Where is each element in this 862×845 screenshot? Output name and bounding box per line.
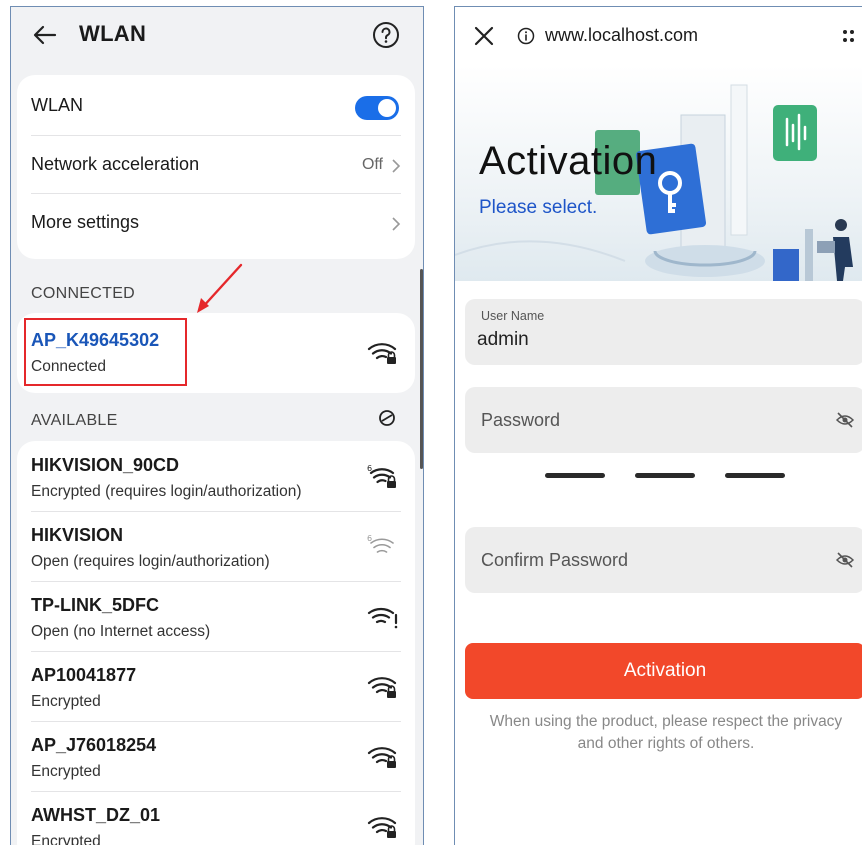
more-settings-row[interactable]: More settings [31, 193, 401, 251]
available-networks-card: HIKVISION_90CD Encrypted (requires login… [17, 441, 415, 845]
red-annotation-arrow-icon [197, 263, 243, 313]
password-placeholder[interactable]: Password [481, 410, 560, 431]
info-icon[interactable] [517, 27, 535, 45]
wifi-locked-icon [367, 343, 397, 364]
eye-hidden-icon[interactable] [835, 550, 855, 570]
network-name: HIKVISION [31, 525, 124, 545]
network-status: Encrypted (requires login/authorization) [31, 483, 302, 500]
privacy-notice: When using the product, please respect t… [461, 711, 862, 755]
more-menu-icon[interactable] [841, 27, 861, 47]
list-divider [31, 791, 401, 792]
network-list-item[interactable]: AWHST_DZ_01 Encrypted [17, 791, 415, 845]
wlan-toggle-row[interactable]: WLAN [31, 77, 401, 135]
activation-subtitle: Please select. [479, 197, 598, 218]
chevron-right-icon [392, 159, 401, 173]
list-divider [31, 511, 401, 512]
network-list-item[interactable]: AP_J76018254 Encrypted [17, 721, 415, 791]
activation-button[interactable]: Activation [465, 643, 862, 699]
activation-browser-screen: www.localhost.com Activation Please sele… [454, 6, 862, 845]
svg-text:6: 6 [367, 534, 372, 543]
network-status: Open (no Internet access) [31, 623, 211, 640]
network-name: AP_J76018254 [31, 735, 157, 755]
wifi6-weak-icon: 6 [367, 534, 394, 553]
network-list-item[interactable]: HIKVISION_90CD Encrypted (requires login… [17, 441, 415, 511]
network-name: AWHST_DZ_01 [31, 805, 161, 825]
privacy-notice-line-1: When using the product, please respect t… [489, 713, 843, 730]
wifi-no-internet-icon [367, 607, 398, 629]
network-list-item[interactable]: TP-LINK_5DFC Open (no Internet access) [17, 581, 415, 651]
page-title: WLAN [79, 21, 147, 46]
wlan-header: WLAN [11, 7, 423, 63]
network-acceleration-value: Off [361, 156, 383, 173]
network-name: AP10041877 [31, 665, 137, 685]
eye-hidden-icon[interactable] [835, 410, 855, 430]
wifi-locked-icon [367, 747, 397, 768]
scanning-icon [379, 410, 395, 426]
wifi6-locked-icon: 6 [367, 464, 396, 488]
network-list-item[interactable]: HIKVISION Open (requires login/authoriza… [17, 511, 415, 581]
wifi-locked-icon [367, 817, 397, 838]
close-icon[interactable] [473, 25, 495, 47]
confirm-password-placeholder[interactable]: Confirm Password [481, 550, 628, 571]
help-icon[interactable] [371, 20, 401, 50]
password-field[interactable]: Password [465, 387, 862, 453]
url-text[interactable]: www.localhost.com [545, 25, 698, 46]
network-list-item[interactable]: AP10041877 Encrypted [17, 651, 415, 721]
list-divider [31, 651, 401, 652]
network-status: Encrypted [31, 693, 101, 710]
username-value[interactable]: admin [477, 329, 529, 351]
activation-hero-banner: Activation Please select. [455, 65, 862, 281]
password-strength-bar [545, 473, 605, 478]
list-divider [31, 721, 401, 722]
more-settings-label: More settings [31, 212, 140, 232]
wifi-locked-icon [367, 677, 397, 698]
network-acceleration-row[interactable]: Network acceleration Off [31, 135, 401, 193]
network-status: Encrypted [31, 833, 101, 845]
username-field[interactable]: User Name admin [465, 299, 862, 365]
privacy-notice-line-2: and other rights of others. [577, 735, 755, 752]
activation-title: Activation [479, 139, 658, 183]
password-strength-bar [635, 473, 695, 478]
list-divider [31, 581, 401, 582]
scrollbar-thumb[interactable] [420, 269, 423, 469]
wlan-settings-card: WLAN Network acceleration Off More setti… [17, 75, 415, 259]
svg-text:6: 6 [367, 464, 372, 473]
username-label: User Name [481, 309, 545, 323]
network-name: HIKVISION_90CD [31, 455, 180, 475]
connected-network-highlight-box [24, 318, 187, 386]
network-name: TP-LINK_5DFC [31, 595, 160, 615]
connected-section-label: CONNECTED [31, 285, 136, 302]
available-section-label: AVAILABLE [31, 412, 118, 429]
browser-address-bar: www.localhost.com [455, 7, 862, 65]
wlan-toggle-switch[interactable] [355, 96, 399, 120]
wlan-toggle-label: WLAN [31, 95, 84, 115]
confirm-password-field[interactable]: Confirm Password [465, 527, 862, 593]
wlan-settings-screen: WLAN WLAN Network acceleration Off More … [10, 6, 424, 845]
toggle-knob [378, 99, 396, 117]
network-acceleration-label: Network acceleration [31, 154, 200, 174]
chevron-right-icon [392, 217, 401, 231]
network-status: Open (requires login/authorization) [31, 553, 270, 570]
network-status: Encrypted [31, 763, 101, 780]
back-arrow-icon[interactable] [31, 21, 59, 49]
password-strength-bar [725, 473, 785, 478]
